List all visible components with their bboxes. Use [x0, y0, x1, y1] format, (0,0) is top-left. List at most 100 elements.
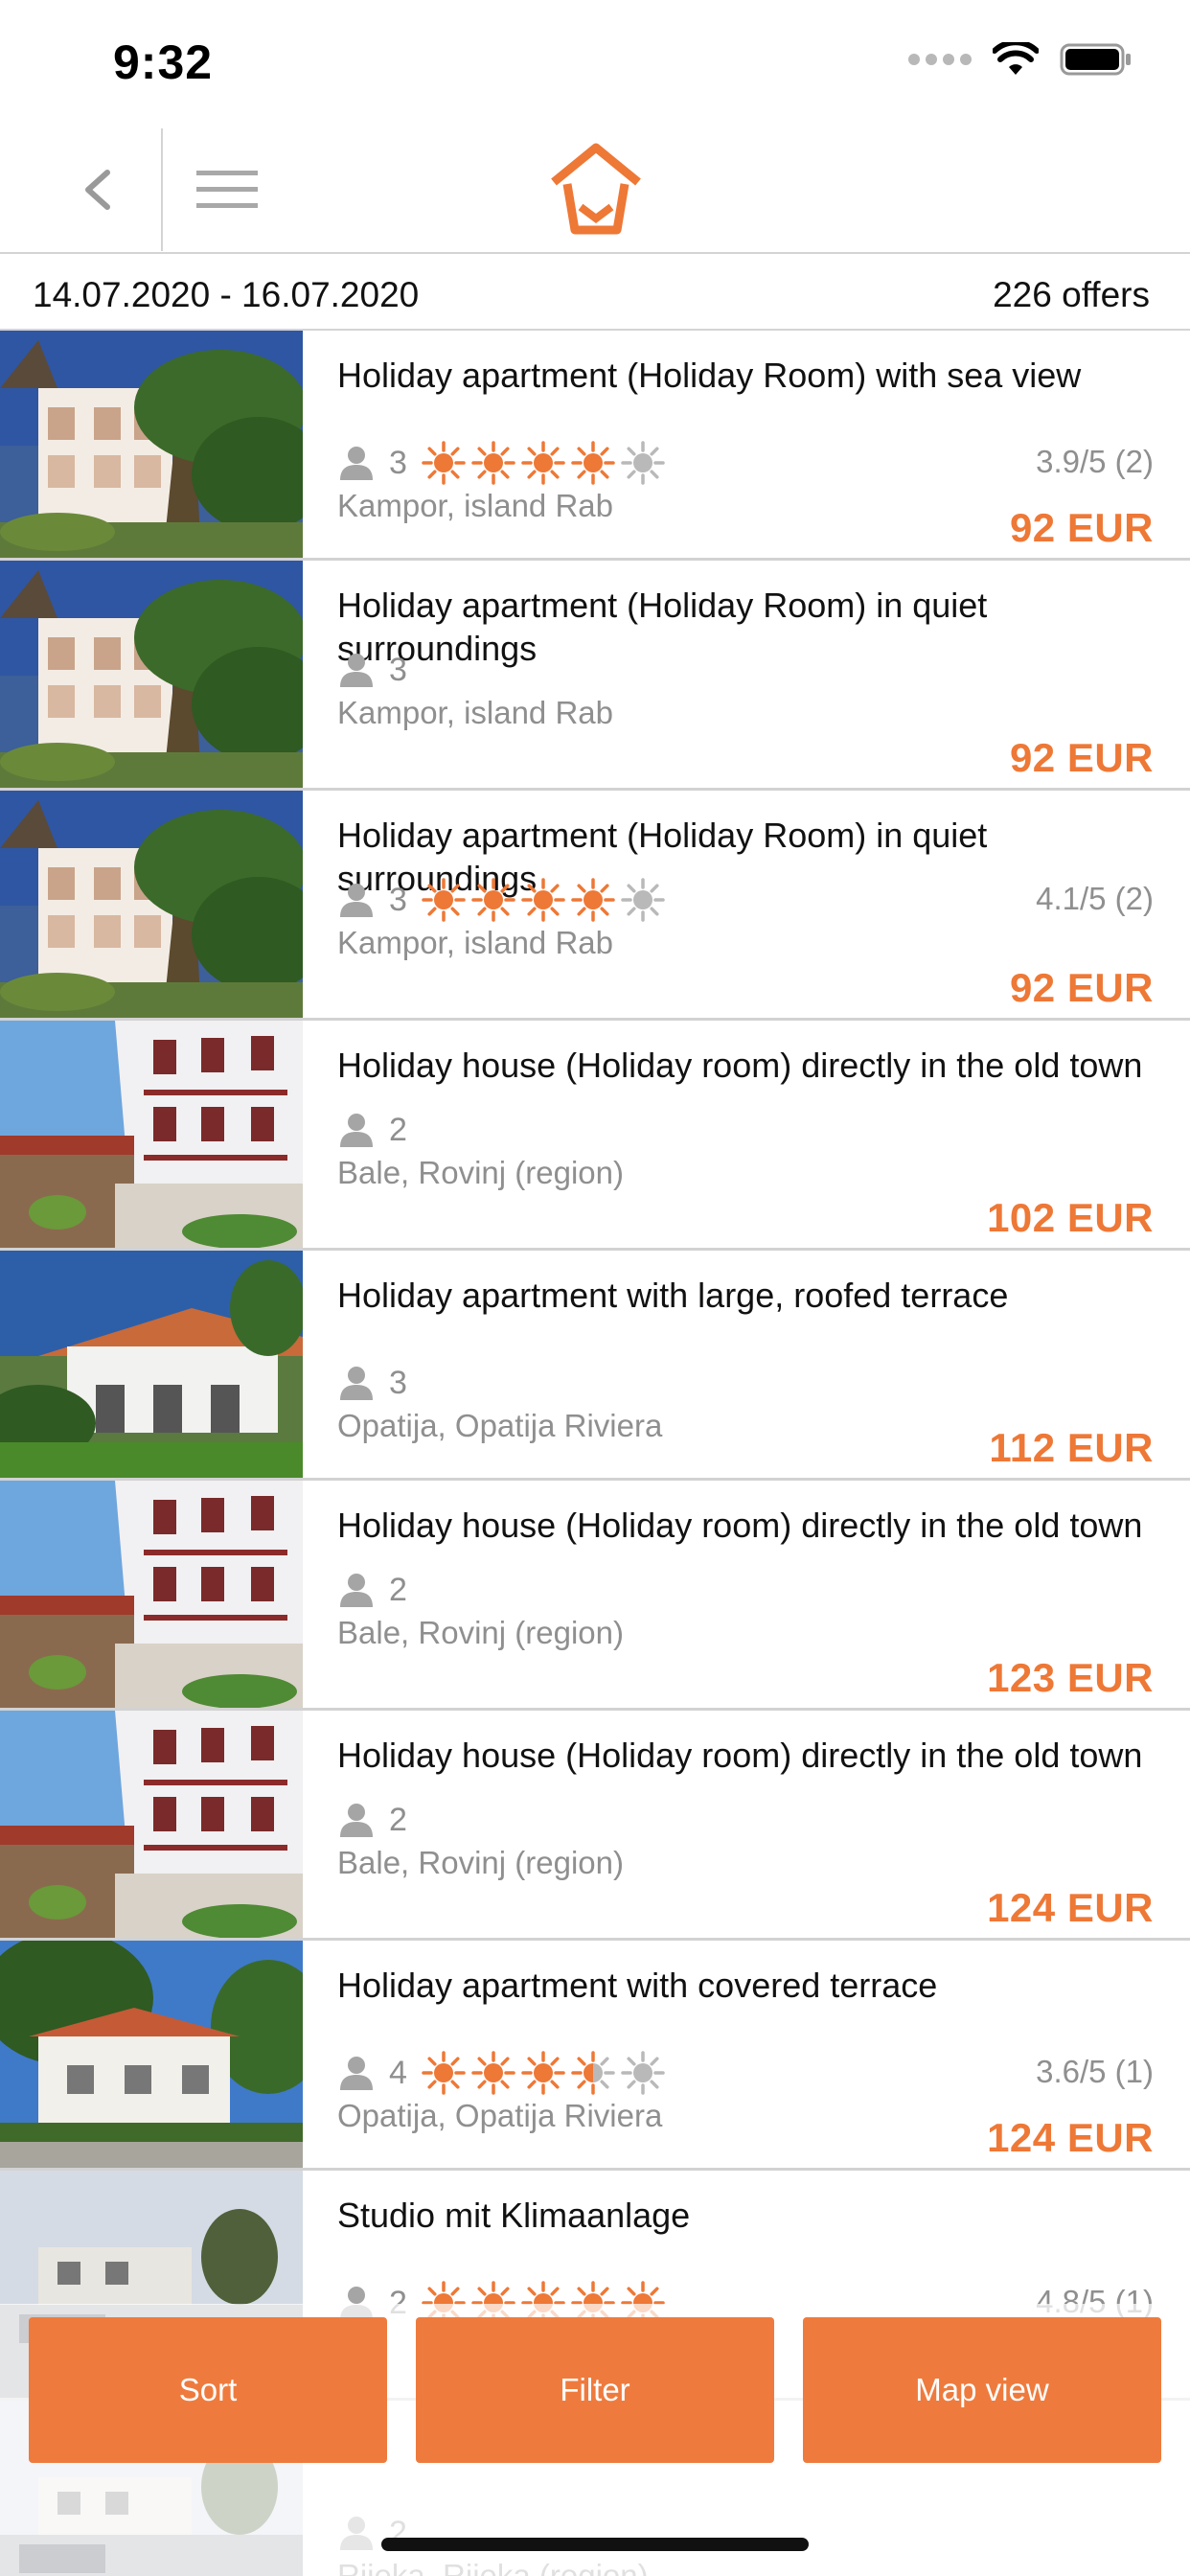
listing-item[interactable]: Holiday apartment (Holiday Room) in quie… [0, 561, 1190, 791]
listing-title: Holiday house (Holiday room) directly in… [337, 1046, 1143, 1085]
listing-price: 102 EUR [987, 1195, 1154, 1240]
status-bar: 9:32 [0, 0, 1190, 125]
listing-location: Opatija, Opatija Riviera [337, 1408, 663, 1443]
listing-item[interactable]: Holiday apartment (Holiday Room) in quie… [0, 791, 1190, 1021]
listing-item[interactable]: Holiday house (Holiday room) directly in… [0, 1481, 1190, 1711]
map-view-button[interactable]: Map view [803, 2317, 1161, 2463]
rating-stars [421, 440, 666, 486]
guest-count: 3 [389, 881, 407, 918]
listing-title: Holiday apartment with large, roofed ter… [337, 1276, 1009, 1315]
listing-location: Kampor, island Rab [337, 695, 613, 730]
guest-icon [340, 1574, 373, 1607]
listing-item[interactable]: Holiday apartment with large, roofed ter… [0, 1251, 1190, 1481]
listing-meta: 2 [337, 1569, 421, 1611]
wifi-icon [993, 42, 1039, 75]
sun-star-icon [520, 440, 566, 486]
listing-meta: 3 [337, 1362, 421, 1404]
listing-price: 123 EUR [987, 1655, 1154, 1700]
sun-star-icon [421, 440, 467, 486]
guest-icon [340, 2057, 373, 2090]
listing-photo[interactable] [0, 1941, 303, 2168]
sun-star-icon [470, 2050, 516, 2096]
rating-stars [421, 2050, 666, 2096]
offers-count: 226 offers [993, 275, 1150, 314]
chevron-left-icon[interactable] [69, 161, 126, 218]
listing-meta: 4 [337, 2050, 666, 2096]
guest-count: 2 [389, 1111, 407, 1148]
listing-title: Holiday apartment (Holiday Room) in quie… [337, 586, 988, 668]
listing-title: Holiday house (Holiday room) directly in… [337, 1506, 1143, 1545]
action-bar: Sort Filter Map view [29, 2317, 1161, 2463]
sort-button[interactable]: Sort [29, 2317, 387, 2463]
rating-score: 3.6/5 (1) [1036, 2054, 1154, 2089]
filter-button[interactable]: Filter [416, 2317, 774, 2463]
battery-icon [1060, 43, 1131, 76]
guest-icon [340, 447, 373, 480]
guest-count: 2 [389, 1801, 407, 1838]
guest-icon [340, 1114, 373, 1147]
guest-count: 3 [389, 444, 407, 481]
guest-count: 3 [389, 1364, 407, 1401]
sun-star-icon [520, 877, 566, 923]
listing-photo[interactable] [0, 1251, 303, 1478]
listing-meta: 3 [337, 440, 666, 486]
listing-price: 92 EUR [1009, 965, 1154, 1010]
sun-star-icon [421, 877, 467, 923]
listing-photo[interactable] [0, 1711, 303, 1938]
listing-title: Studio mit Klimaanlage [337, 2196, 691, 2235]
listing-meta: 3 [337, 649, 421, 691]
listing-photo[interactable] [0, 1021, 303, 1248]
listing-item[interactable]: Holiday house (Holiday room) directly in… [0, 1711, 1190, 1941]
listing-meta: 2 [337, 1799, 421, 1841]
listing-item[interactable]: Holiday house (Holiday room) directly in… [0, 1021, 1190, 1251]
listing-price: 92 EUR [1009, 505, 1154, 550]
sun-star-icon [620, 440, 666, 486]
cellular-signal-icon [908, 54, 972, 65]
listing-location: Bale, Rovinj (region) [337, 1845, 624, 1880]
listing-title: Holiday apartment (Holiday Room) with se… [337, 356, 1082, 395]
sun-star-icon [520, 2050, 566, 2096]
sun-star-icon [570, 440, 616, 486]
house-logo-icon[interactable] [546, 140, 646, 240]
listing-price: 124 EUR [987, 2115, 1154, 2160]
listing-item[interactable]: Holiday apartment with covered terrace 4… [0, 1941, 1190, 2171]
status-time: 9:32 [113, 35, 214, 89]
rating-score: 4.1/5 (2) [1036, 881, 1154, 916]
sun-star-icon [570, 877, 616, 923]
guest-icon [340, 884, 373, 917]
listing-photo[interactable] [0, 331, 303, 558]
search-summary: 14.07.2020 - 16.07.2020 226 offers [0, 254, 1190, 331]
navigation-bar [0, 125, 1190, 254]
rating-score: 3.9/5 (2) [1036, 444, 1154, 479]
nav-divider [161, 128, 163, 251]
listing-price: 112 EUR [989, 1425, 1154, 1470]
sun-star-icon [620, 877, 666, 923]
status-icons [908, 42, 1133, 77]
listing-price: 92 EUR [1009, 735, 1154, 780]
guest-count: 4 [389, 2054, 407, 2091]
listing-photo[interactable] [0, 561, 303, 788]
listing-location: Bale, Rovinj (region) [337, 1615, 624, 1650]
date-range: 14.07.2020 - 16.07.2020 [33, 275, 420, 314]
listing-price: 124 EUR [987, 1885, 1154, 1930]
listing-title: Holiday house (Holiday room) directly in… [337, 1736, 1143, 1775]
hamburger-menu-icon[interactable] [196, 167, 258, 213]
listing-meta: 2 [337, 1109, 421, 1151]
guest-icon [340, 1804, 373, 1837]
listing-location: Opatija, Opatija Riviera [337, 2098, 663, 2133]
sun-star-icon [421, 2050, 467, 2096]
guest-icon [340, 1367, 373, 1400]
guest-icon [340, 654, 373, 687]
listing-location: Kampor, island Rab [337, 488, 613, 523]
guest-count: 2 [389, 1571, 407, 1608]
listing-photo[interactable] [0, 791, 303, 1018]
sun-star-icon [470, 440, 516, 486]
listing-photo[interactable] [0, 1481, 303, 1708]
home-indicator [381, 2538, 809, 2551]
sun-star-icon [570, 2050, 616, 2096]
listing-item[interactable]: Holiday apartment (Holiday Room) with se… [0, 331, 1190, 561]
listing-title: Holiday apartment with covered terrace [337, 1966, 938, 2005]
rating-stars [421, 877, 666, 923]
listing-location: Kampor, island Rab [337, 925, 613, 960]
sun-star-icon [620, 2050, 666, 2096]
